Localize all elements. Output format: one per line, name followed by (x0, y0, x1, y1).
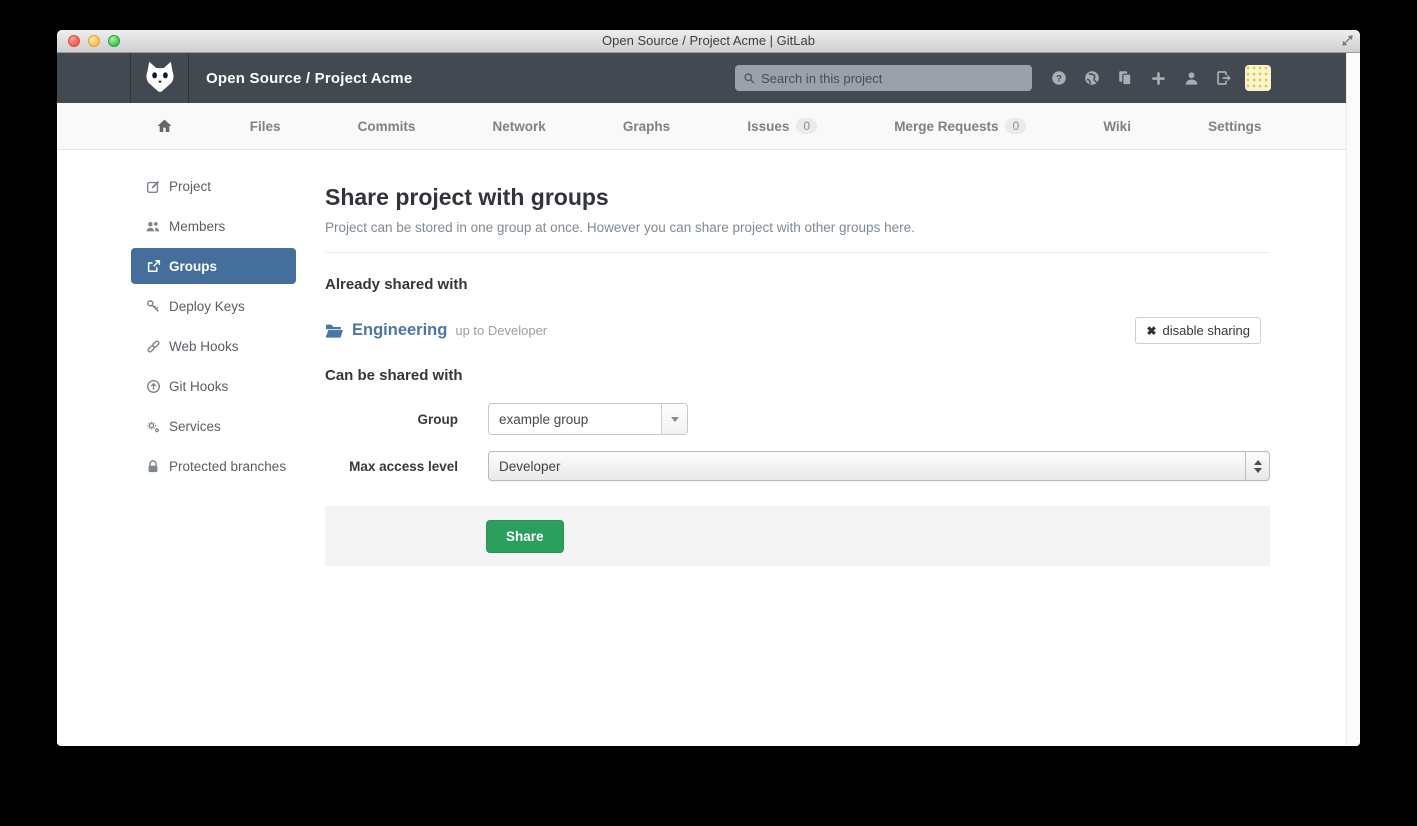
tab-files[interactable]: Files (250, 119, 281, 134)
merge-requests-count-badge: 0 (1005, 118, 1026, 134)
shared-group-row: Engineering up to Developer ✖ disable sh… (325, 317, 1270, 344)
key-icon (145, 298, 161, 314)
project-tabs: Files Commits Network Graphs Issues0 Mer… (57, 103, 1360, 150)
shared-access-note: up to Developer (455, 323, 547, 338)
gears-icon (145, 418, 161, 434)
stepper-up-icon (1254, 460, 1262, 465)
globe-icon[interactable] (1084, 70, 1100, 86)
lock-icon (145, 458, 161, 474)
users-icon (145, 218, 161, 234)
tab-commits[interactable]: Commits (358, 119, 416, 134)
select-stepper-area (1245, 452, 1269, 480)
content-area: Project Members Groups Deploy Keys (57, 150, 1360, 746)
home-icon (156, 118, 173, 134)
tab-graphs[interactable]: Graphs (623, 119, 670, 134)
section-divider (325, 252, 1270, 253)
link-icon (145, 338, 161, 354)
project-breadcrumb-title: Open Source / Project Acme (206, 70, 412, 87)
profile-user-icon[interactable] (1183, 70, 1199, 86)
gitlab-fox-icon (142, 60, 178, 96)
tab-merge-requests[interactable]: Merge Requests0 (894, 118, 1026, 134)
share-icon (145, 258, 161, 274)
minimize-window-button[interactable] (88, 35, 100, 47)
sidebar-item-deploy-keys[interactable]: Deploy Keys (131, 288, 296, 324)
search-box (735, 65, 1032, 91)
group-label: Group (325, 412, 458, 427)
form-actions-panel: Share (325, 506, 1270, 566)
search-icon (743, 72, 756, 85)
max-access-label: Max access level (325, 459, 458, 474)
zoom-window-button[interactable] (108, 35, 120, 47)
navbar-spacer (57, 53, 130, 103)
edit-icon (145, 178, 161, 194)
navbar-icon-group: ? (1051, 53, 1232, 103)
logout-icon[interactable] (1216, 70, 1232, 86)
sidebar-item-web-hooks[interactable]: Web Hooks (131, 328, 296, 364)
page-title: Share project with groups (325, 184, 1270, 211)
sidebar-item-git-hooks[interactable]: Git Hooks (131, 368, 296, 404)
snippets-copy-icon[interactable] (1117, 70, 1133, 86)
max-access-select-value: Developer (489, 459, 561, 474)
tab-settings[interactable]: Settings (1208, 119, 1261, 134)
group-select[interactable]: example group (488, 403, 688, 435)
folder-open-icon (325, 323, 344, 339)
close-window-button[interactable] (68, 35, 80, 47)
sidebar-item-groups[interactable]: Groups (131, 248, 296, 284)
window-title: Open Source / Project Acme | GitLab (57, 30, 1360, 52)
new-project-plus-icon[interactable] (1150, 70, 1166, 86)
group-select-value: example group (489, 412, 588, 427)
shared-group-link[interactable]: Engineering (352, 321, 447, 340)
svg-text:?: ? (1056, 73, 1062, 84)
tab-issues[interactable]: Issues0 (747, 118, 817, 134)
titlebar: Open Source / Project Acme | GitLab (57, 30, 1360, 53)
user-avatar[interactable] (1245, 65, 1271, 91)
browser-window: Open Source / Project Acme | GitLab Open… (57, 30, 1360, 746)
max-access-select[interactable]: Developer (488, 451, 1270, 481)
stepper-down-icon (1254, 468, 1262, 473)
git-hook-icon (145, 378, 161, 394)
chevron-down-icon (671, 417, 679, 422)
window-scrollbar[interactable] (1346, 53, 1360, 746)
tab-network[interactable]: Network (493, 119, 546, 134)
sidebar-item-project[interactable]: Project (131, 168, 296, 204)
tab-wiki[interactable]: Wiki (1103, 119, 1131, 134)
already-shared-heading: Already shared with (325, 276, 1270, 293)
page-description: Project can be stored in one group at on… (325, 220, 1270, 235)
main-panel: Share project with groups Project can be… (325, 150, 1270, 746)
sidebar-item-services[interactable]: Services (131, 408, 296, 444)
dropdown-arrow-area (661, 404, 687, 434)
fullscreen-resize-icon[interactable] (1340, 33, 1355, 53)
help-icon[interactable]: ? (1051, 70, 1067, 86)
tab-home[interactable] (156, 118, 173, 134)
remove-x-icon: ✖ (1146, 324, 1156, 338)
max-access-form-row: Max access level Developer (325, 451, 1270, 481)
can-be-shared-heading: Can be shared with (325, 367, 1270, 384)
app-navbar: Open Source / Project Acme ? (57, 53, 1360, 103)
group-form-row: Group example group (325, 403, 1270, 435)
gitlab-logo[interactable] (130, 53, 189, 103)
sidebar-item-protected-branches[interactable]: Protected branches (131, 448, 296, 484)
sidebar-item-members[interactable]: Members (131, 208, 296, 244)
issues-count-badge: 0 (796, 118, 817, 134)
disable-sharing-button[interactable]: ✖ disable sharing (1135, 317, 1261, 344)
search-input[interactable] (761, 71, 1024, 86)
settings-sidebar: Project Members Groups Deploy Keys (131, 150, 296, 746)
share-button[interactable]: Share (486, 520, 564, 553)
